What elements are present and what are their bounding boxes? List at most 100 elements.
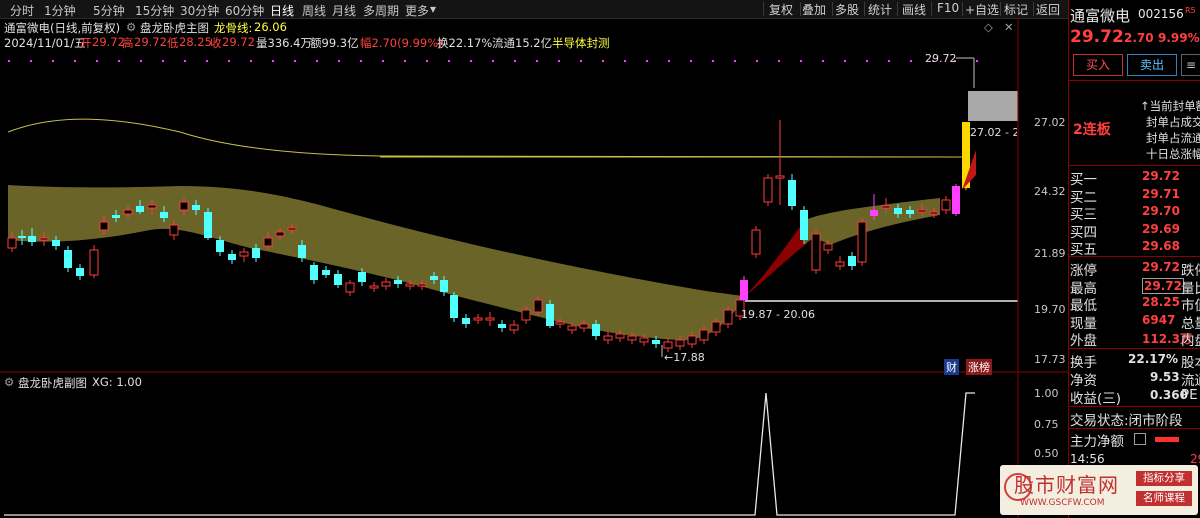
kline-chart[interactable] bbox=[0, 0, 1068, 518]
orderbook-price: 29.68 bbox=[1142, 239, 1180, 253]
signal-dot bbox=[624, 60, 626, 62]
tag-course[interactable]: 名师课程 bbox=[1136, 491, 1192, 506]
candle-body bbox=[136, 206, 144, 212]
signal-dot bbox=[558, 60, 560, 62]
candle-body bbox=[485, 317, 495, 321]
candle-body bbox=[204, 212, 212, 238]
candle-body bbox=[498, 324, 506, 328]
candle-body bbox=[358, 272, 366, 282]
range-label: 19.87 - 20.06 bbox=[741, 308, 815, 321]
candle-body bbox=[699, 329, 709, 341]
signal-dot bbox=[206, 60, 208, 62]
signal-dot bbox=[74, 60, 76, 62]
orderbook-price: 29.71 bbox=[1142, 186, 1180, 201]
subchart-title[interactable]: 盘龙卧虎副图 bbox=[18, 375, 87, 391]
candle-body bbox=[751, 229, 761, 255]
candle-body bbox=[533, 299, 543, 313]
candle-body bbox=[473, 317, 483, 321]
candle-body bbox=[870, 210, 878, 216]
stat-extra: 流通 bbox=[1181, 373, 1200, 389]
candle-body bbox=[906, 210, 914, 214]
price-axis-tick: 19.70 bbox=[1034, 303, 1066, 316]
signal-dot bbox=[778, 60, 780, 62]
candle-body bbox=[711, 321, 721, 333]
candle-body bbox=[381, 281, 391, 287]
candle-body bbox=[521, 309, 531, 321]
signal-dot bbox=[976, 60, 978, 62]
candle-body bbox=[239, 251, 249, 257]
candle-body bbox=[603, 335, 613, 341]
candle-body bbox=[917, 209, 927, 213]
signal-dot bbox=[52, 60, 54, 62]
board-note: 十日总涨幅 bbox=[1146, 147, 1200, 161]
upper-arc-line bbox=[7, 118, 961, 158]
top-gainers-tag[interactable]: 涨榜 bbox=[966, 359, 992, 375]
candle-body bbox=[579, 323, 589, 329]
signal-dot bbox=[360, 60, 362, 62]
candle-body bbox=[848, 256, 856, 266]
price-pct: 9.99% bbox=[1158, 31, 1200, 45]
candle-body bbox=[546, 304, 554, 326]
signal-dot-row bbox=[8, 60, 978, 62]
signal-dot bbox=[140, 60, 142, 62]
candle-body bbox=[89, 249, 99, 276]
stock-name: 通富微电 bbox=[1070, 7, 1131, 25]
peak-price-label: 29.72 bbox=[925, 52, 957, 65]
tag-share[interactable]: 指标分享 bbox=[1136, 471, 1192, 486]
low-price-label: ←17.88 bbox=[664, 351, 705, 364]
stat-value: 28.25 bbox=[1142, 295, 1180, 309]
candle-body bbox=[462, 318, 470, 324]
watermark-banner: 股市财富网 WWW.GSCFW.COM 指标分享 名师课程 bbox=[1000, 465, 1198, 515]
signal-dot bbox=[844, 60, 846, 62]
stat-value: 29.72 bbox=[1142, 260, 1180, 274]
finance-tag[interactable]: 财 bbox=[944, 359, 959, 375]
orderbook-price: 29.72 bbox=[1142, 169, 1180, 183]
candle-body bbox=[763, 177, 773, 203]
sub-axis-tick: 0.75 bbox=[1034, 418, 1059, 431]
candle-body bbox=[823, 243, 833, 251]
stock-code: 002156 bbox=[1138, 7, 1184, 21]
signal-dot bbox=[492, 60, 494, 62]
price-axis-tick: 17.73 bbox=[1034, 353, 1066, 366]
candle-body bbox=[775, 175, 785, 179]
sell-button[interactable]: 卖出 bbox=[1127, 54, 1177, 76]
orderbook-label: 买五 bbox=[1070, 242, 1097, 258]
stat-label: 收益(三) bbox=[1070, 391, 1122, 407]
stat-extra: 股本 bbox=[1181, 355, 1200, 371]
board-count: 2连板 bbox=[1073, 122, 1111, 138]
orderbook-price: 29.69 bbox=[1142, 221, 1180, 236]
signal-dot bbox=[96, 60, 98, 62]
candle-body bbox=[450, 295, 458, 318]
main-net-bar bbox=[1155, 437, 1179, 442]
watermark-title: 股市财富网 bbox=[1014, 473, 1119, 497]
subchart-gear-icon[interactable]: ⚙ bbox=[4, 375, 14, 389]
candle-body bbox=[216, 240, 224, 252]
menu-icon[interactable]: ≡ bbox=[1181, 54, 1200, 76]
stat-extra: 内盘 bbox=[1181, 333, 1200, 349]
signal-dot bbox=[580, 60, 582, 62]
candle-body bbox=[639, 337, 649, 343]
candle-body bbox=[687, 335, 697, 345]
candle-body bbox=[567, 325, 577, 331]
target-box bbox=[968, 91, 1018, 121]
signal-dot bbox=[690, 60, 692, 62]
candle-body bbox=[555, 321, 565, 325]
candle-body bbox=[112, 215, 120, 218]
candle-body bbox=[835, 261, 845, 267]
candle-body bbox=[788, 180, 796, 206]
candle-body bbox=[952, 186, 960, 214]
low-price-value: 17.88 bbox=[673, 351, 705, 364]
sub-axis-tick: 1.00 bbox=[1034, 387, 1059, 400]
candle-body bbox=[275, 231, 285, 237]
candle-body bbox=[322, 270, 330, 275]
candle-body bbox=[18, 236, 26, 238]
candle-body bbox=[440, 280, 448, 292]
signal-dot bbox=[228, 60, 230, 62]
price-change: 2.70 bbox=[1124, 31, 1154, 45]
main-net-toggle-icon[interactable] bbox=[1134, 433, 1146, 445]
candle-body bbox=[811, 233, 821, 271]
candle-body bbox=[252, 248, 260, 258]
candle-body bbox=[52, 240, 60, 246]
tick-time: 14:56 bbox=[1070, 452, 1105, 466]
buy-button[interactable]: 买入 bbox=[1073, 54, 1123, 76]
